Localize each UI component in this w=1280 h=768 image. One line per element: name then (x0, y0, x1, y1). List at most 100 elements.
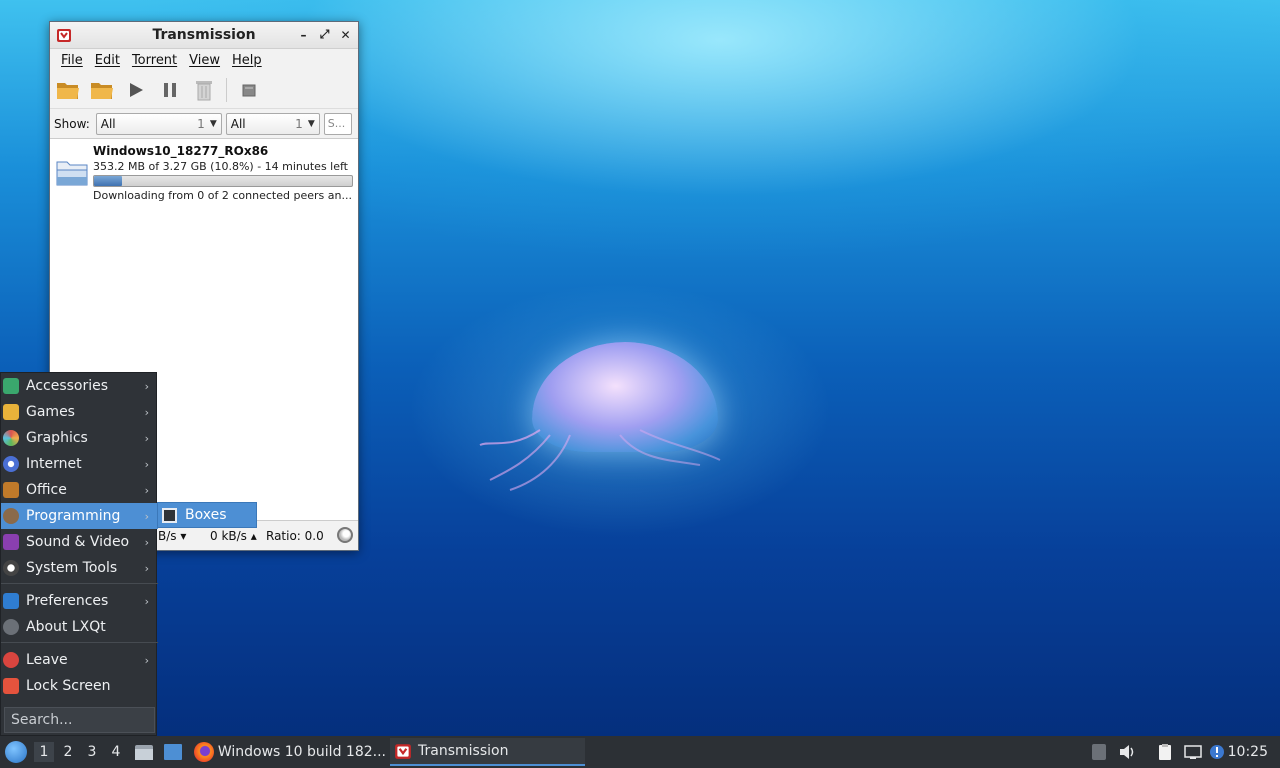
menu-torrent[interactable]: Torrent (127, 53, 182, 68)
menu-edit[interactable]: Edit (90, 53, 125, 68)
transmission-icon (395, 744, 411, 759)
task-label: Windows 10 build 182... (217, 744, 386, 760)
menu-item-label: Graphics (26, 430, 88, 446)
menu-item-graphics[interactable]: Graphics › (1, 425, 158, 451)
chevron-right-icon: › (144, 653, 149, 667)
maximize-button[interactable]: ⤢ (316, 26, 333, 43)
tracker-filter-count: 1 (295, 116, 303, 131)
folder-open-icon (57, 82, 79, 99)
menu-item-accessories[interactable]: Accessories › (1, 373, 158, 399)
upload-speed[interactable]: 0 kB/s ▴ (210, 529, 257, 543)
pause-button[interactable] (158, 78, 182, 102)
menu-item-leave[interactable]: Leave › (1, 647, 158, 673)
office-icon (3, 482, 19, 498)
network-icon[interactable] (1184, 744, 1202, 760)
window-titlebar[interactable]: Transmission – ⤢ ✕ (50, 22, 358, 49)
chevron-right-icon: › (144, 535, 149, 549)
file-manager-icon[interactable] (134, 743, 154, 761)
start-menu-button[interactable] (5, 741, 27, 763)
workspace-4[interactable]: 4 (106, 742, 126, 762)
notification-icon[interactable] (1208, 744, 1226, 760)
pause-icon (164, 82, 176, 97)
lock-icon (3, 678, 19, 694)
volume-icon[interactable] (1118, 744, 1136, 760)
show-desktop-icon[interactable] (163, 743, 183, 761)
internet-icon (3, 456, 19, 472)
properties-icon (242, 84, 256, 96)
submenu-item-label: Boxes (185, 507, 227, 523)
menu-item-programming[interactable]: Programming › (1, 503, 158, 529)
start-button[interactable] (124, 78, 148, 102)
torrent-status: Downloading from 0 of 2 connected peers … (93, 189, 352, 202)
ratio-text[interactable]: Ratio: 0.0 (266, 529, 324, 543)
chevron-right-icon: › (144, 594, 149, 608)
menu-item-about[interactable]: About LXQt (1, 614, 158, 640)
task-firefox[interactable]: Windows 10 build 182... (194, 738, 386, 766)
folder-icon (91, 82, 113, 99)
activity-filter-value: All (100, 116, 116, 131)
menu-view[interactable]: View (184, 53, 225, 68)
clock[interactable]: 10:25 (1228, 744, 1268, 760)
chevron-right-icon: › (144, 457, 149, 471)
boxes-icon (162, 507, 177, 523)
clipboard-icon[interactable] (1156, 744, 1174, 760)
programming-icon (3, 508, 19, 524)
menu-search-input[interactable]: Search... (4, 707, 155, 733)
minimize-button[interactable]: – (295, 26, 312, 43)
workspace-1[interactable]: 1 (34, 742, 54, 762)
tracker-filter-value: All (230, 116, 246, 131)
firefox-icon (194, 742, 214, 762)
submenu-item-boxes[interactable]: Boxes (157, 502, 257, 528)
menu-item-office[interactable]: Office › (1, 477, 158, 503)
start-menu: Accessories › Games › Graphics › Interne… (0, 372, 158, 736)
torrent-name: Windows10_18277_ROx86 (93, 144, 269, 158)
menu-item-internet[interactable]: Internet › (1, 451, 158, 477)
menu-item-label: Internet (26, 456, 82, 472)
menu-item-label: About LXQt (26, 619, 106, 635)
accessories-icon (3, 378, 19, 394)
menubar: File Edit Torrent View Help (50, 49, 358, 71)
open-url-button[interactable] (90, 78, 114, 102)
chevron-right-icon: › (144, 405, 149, 419)
filter-search-input[interactable]: S... (323, 112, 352, 135)
download-speed[interactable]: B/s ▾ (158, 529, 186, 543)
menu-help[interactable]: Help (227, 53, 267, 68)
open-torrent-button[interactable] (56, 78, 80, 102)
menu-item-label: Games (26, 404, 75, 420)
menu-item-lock-screen[interactable]: Lock Screen (1, 673, 158, 699)
workspace-3[interactable]: 3 (82, 742, 102, 762)
activity-filter-combo[interactable]: All 1 ▼ (95, 112, 222, 135)
preferences-icon (3, 593, 19, 609)
turtle-speed-icon[interactable] (337, 527, 353, 543)
torrent-row[interactable]: Windows10_18277_ROx86 353.2 MB of 3.27 G… (50, 140, 358, 202)
menu-item-label: System Tools (26, 560, 118, 576)
menu-item-system-tools[interactable]: System Tools › (1, 555, 158, 581)
workspace-2[interactable]: 2 (58, 742, 78, 762)
activity-filter-count: 1 (197, 116, 205, 131)
task-transmission[interactable]: Transmission (390, 738, 585, 766)
task-label: Transmission (418, 743, 509, 759)
chevron-right-icon: › (144, 509, 149, 523)
chevron-right-icon: › (144, 483, 149, 497)
taskbar: 1 2 3 4 Windows 10 build 182... Transmis… (0, 736, 1280, 768)
filter-bar: Show: All 1 ▼ All 1 ▼ S... (50, 109, 358, 139)
menu-item-label: Lock Screen (26, 678, 111, 694)
graphics-icon (3, 430, 19, 446)
properties-button[interactable] (237, 78, 261, 102)
torrent-progress-fill (94, 176, 122, 186)
menu-file[interactable]: File (56, 53, 88, 68)
menu-item-games[interactable]: Games › (1, 399, 158, 425)
remove-button[interactable] (192, 78, 216, 102)
tracker-filter-combo[interactable]: All 1 ▼ (225, 112, 320, 135)
power-icon (3, 652, 19, 668)
menu-item-label: Sound & Video (26, 534, 130, 550)
chevron-right-icon: › (144, 431, 149, 445)
menu-item-preferences[interactable]: Preferences › (1, 588, 158, 614)
chevron-down-icon: ▼ (209, 118, 217, 129)
menu-item-label: Preferences (26, 593, 109, 609)
tray-arrow-icon[interactable] (1092, 744, 1106, 760)
close-button[interactable]: ✕ (337, 26, 354, 43)
torrent-size: 353.2 MB of 3.27 GB (10.8%) - 14 minutes… (93, 160, 348, 173)
menu-separator (1, 583, 158, 584)
menu-item-sound-video[interactable]: Sound & Video › (1, 529, 158, 555)
